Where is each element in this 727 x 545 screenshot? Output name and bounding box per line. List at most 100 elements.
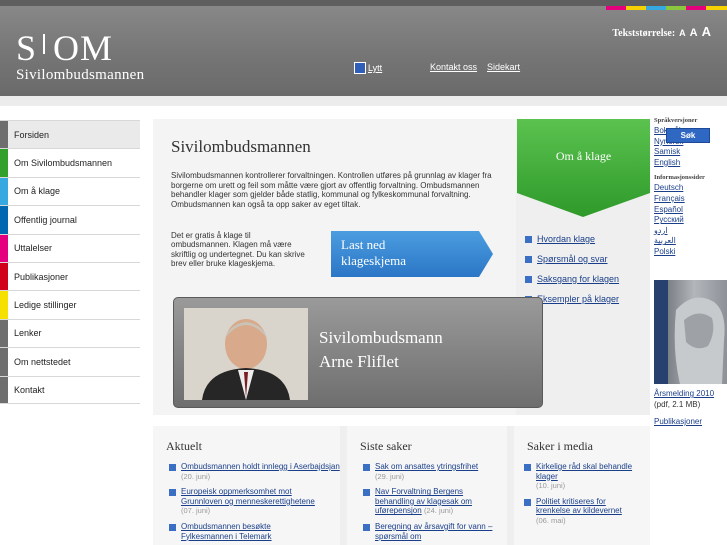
nav-item-om-sivilombudsmannen[interactable]: Om Sivilombudsmannen	[0, 148, 140, 177]
info-link-deutsch[interactable]: Deutsch	[654, 183, 727, 194]
ombudsman-name-line: Arne Fliflet	[319, 352, 399, 371]
listen-link[interactable]: Lytt	[368, 63, 382, 73]
sitemap-link[interactable]: Sidekart	[487, 62, 520, 72]
complaint-link-faq[interactable]: Spørsmål og svar	[525, 249, 619, 269]
nav-color-swatch	[0, 177, 8, 206]
news-item[interactable]: Politiet kritiseres for krenkelse av kil…	[524, 497, 636, 526]
news-column-aktuelt: Aktuelt Ombudsmannen holdt innlegg i Ase…	[153, 426, 340, 545]
news-item[interactable]: Europeisk oppmerksomhet mot Grunnloven o…	[169, 487, 340, 516]
publications-link[interactable]: Publikasjoner	[654, 417, 702, 426]
nav-label: Uttalelser	[14, 243, 53, 254]
news-link[interactable]: Ombudsmannen holdt innlegg i Aserbajdsja…	[181, 462, 340, 471]
complaint-link-text[interactable]: Spørsmål og svar	[537, 254, 608, 264]
news-item[interactable]: Nav Forvaltning Bergens behandling av kl…	[363, 487, 500, 516]
annual-report-cover[interactable]	[654, 280, 727, 384]
news-item[interactable]: Ombudsmannen besøkte Fylkesmannen i Tele…	[169, 522, 340, 541]
nav-item-kontakt[interactable]: Kontakt	[0, 375, 140, 404]
speaker-icon	[354, 62, 366, 74]
ombudsman-name: Sivilombudsmann Arne Fliflet	[319, 326, 443, 374]
info-link-urdu[interactable]: اردو	[654, 226, 727, 237]
free-complaint-text: Det er gratis å klage til ombudsmannen. …	[171, 231, 305, 269]
bullet-square-icon	[525, 255, 532, 263]
complaint-box: Om å klage Hvordan klage Spørsmål og sva…	[517, 119, 650, 304]
news-link[interactable]: Kirkelige råd skal behandle klager	[536, 462, 632, 481]
text-size-medium-button[interactable]: A	[690, 27, 698, 39]
nav-color-swatch	[0, 376, 8, 403]
nav-label: Publikasjoner	[14, 271, 69, 282]
portrait-illustration	[184, 308, 308, 400]
news-link[interactable]: Beregning av årsavgift for vann – spørsm…	[375, 522, 492, 541]
logo-name: Sivilombudsmannen	[16, 67, 145, 83]
nav-item-forsiden[interactable]: Forsiden	[0, 120, 140, 149]
complaint-link-text[interactable]: Hvordan klage	[537, 234, 595, 244]
nav-color-swatch	[0, 291, 8, 319]
report-cover-illustration	[654, 280, 725, 384]
news-section: Aktuelt Ombudsmannen holdt innlegg i Ase…	[153, 426, 650, 545]
info-link-francais[interactable]: Français	[654, 194, 727, 205]
contact-link[interactable]: Kontakt oss	[430, 62, 477, 72]
complaint-link-saksgang[interactable]: Saksgang for klagen	[525, 269, 619, 289]
nav-label: Kontakt	[14, 384, 45, 395]
nav-label: Offentlig journal	[14, 214, 77, 225]
nav-item-om-a-klage[interactable]: Om å klage	[0, 176, 140, 206]
aktuelt-title: Aktuelt	[166, 439, 202, 453]
nav-item-ledige-stillinger[interactable]: Ledige stillinger	[0, 290, 140, 319]
lang-link-samisk[interactable]: Samisk	[654, 147, 727, 158]
logo-divider	[43, 34, 46, 54]
nav-color-swatch	[0, 149, 8, 177]
info-link-russian[interactable]: Русский	[654, 215, 727, 226]
info-link-polski[interactable]: Polski	[654, 247, 727, 258]
nav-item-om-nettstedet[interactable]: Om nettstedet	[0, 347, 140, 376]
nav-color-swatch	[0, 262, 8, 291]
nav-item-lenker[interactable]: Lenker	[0, 318, 140, 348]
news-link[interactable]: Sak om ansattes ytringsfrihet	[375, 462, 478, 471]
info-link-arabic[interactable]: العربية	[654, 236, 727, 247]
main-panel: Sivilombudsmannen Sivilombudsmannen kont…	[153, 119, 650, 415]
news-link[interactable]: Ombudsmannen besøkte Fylkesmannen i Tele…	[181, 522, 272, 541]
search-button[interactable]: Søk	[666, 128, 710, 143]
nav-label: Om Sivilombudsmannen	[14, 158, 113, 169]
bullet-square-icon	[525, 275, 532, 283]
bullet-square-icon	[363, 523, 370, 531]
ombudsman-card[interactable]: Sivilombudsmann Arne Fliflet	[173, 297, 543, 408]
download-form-button[interactable]: Last ned klageskjema	[331, 231, 493, 277]
logo-mark-left: S	[16, 28, 38, 68]
complaint-box-title: Om å klage	[555, 149, 612, 163]
news-date: (10. juni)	[536, 481, 566, 491]
complaint-link-text[interactable]: Saksgang for klagen	[537, 274, 619, 284]
ombudsman-title-line: Sivilombudsmann	[319, 328, 443, 347]
color-strip-6	[706, 6, 727, 10]
nav-item-uttalelser[interactable]: Uttalelser	[0, 233, 140, 262]
bullet-square-icon	[363, 464, 370, 471]
nav-label: Forsiden	[14, 129, 50, 140]
page-title: Sivilombudsmannen	[171, 137, 311, 156]
ombudsman-photo	[184, 308, 308, 400]
bullet-square-icon	[169, 489, 176, 497]
media-list: Kirkelige råd skal behandle klager (10. j…	[524, 462, 636, 532]
news-item[interactable]: Ombudsmannen holdt innlegg i Aserbajdsja…	[169, 462, 340, 481]
info-link-espanol[interactable]: Español	[654, 205, 727, 216]
news-item[interactable]: Kirkelige råd skal behandle klager (10. j…	[524, 462, 636, 491]
news-item[interactable]: Sak om ansattes ytringsfrihet (29. juni)	[363, 462, 500, 481]
color-strip-4	[666, 6, 686, 10]
nav-label: Om å klage	[14, 186, 61, 197]
site-logo[interactable]: S OM Sivilombudsmannen	[16, 30, 144, 84]
annual-report-link[interactable]: Årsmelding 2010	[654, 389, 714, 398]
complaint-link-text[interactable]: Eksempler på klager	[537, 294, 619, 304]
text-size-label: Tekststørrelse:	[612, 28, 676, 39]
nav-item-offentlig-journal[interactable]: Offentlig journal	[0, 205, 140, 234]
nav-label: Ledige stillinger	[14, 300, 77, 311]
text-size-large-button[interactable]: A	[702, 24, 711, 39]
lang-link-english[interactable]: English	[654, 158, 727, 169]
nav-item-publikasjoner[interactable]: Publikasjoner	[0, 261, 140, 291]
complaint-link-hvordan[interactable]: Hvordan klage	[525, 229, 619, 249]
listen-button[interactable]: Lytt	[354, 62, 382, 74]
news-item[interactable]: Beregning av årsavgift for vann – spørsm…	[363, 522, 500, 541]
news-link[interactable]: Europeisk oppmerksomhet mot Grunnloven o…	[181, 487, 315, 506]
language-heading: Språkversjoner	[654, 117, 698, 124]
header-underband	[0, 96, 727, 106]
text-size-small-button[interactable]: A	[679, 28, 686, 38]
annual-report-meta: (pdf, 2.1 MB)	[654, 400, 701, 409]
intro-text: Sivilombudsmannen kontrollerer forvaltni…	[171, 171, 492, 209]
news-link[interactable]: Politiet kritiseres for krenkelse av kil…	[536, 497, 622, 516]
